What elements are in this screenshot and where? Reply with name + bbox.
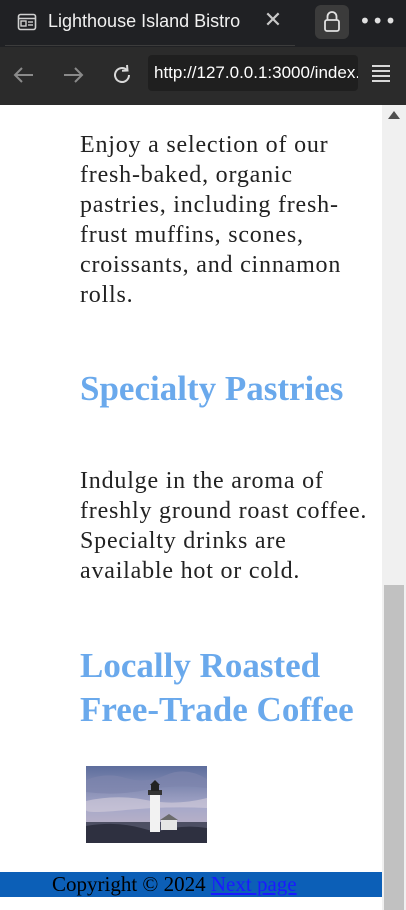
heading-coffee: Locally Roasted Free-Trade Coffee — [80, 646, 354, 729]
forward-arrow-icon[interactable] — [59, 61, 87, 89]
back-arrow-icon[interactable] — [10, 61, 38, 89]
lighthouse-photo — [86, 766, 207, 843]
vertical-scrollbar[interactable] — [382, 105, 406, 910]
page-footer: Copyright © 2024 Next page — [0, 872, 382, 897]
footer-text: Copyright © 2024 Next page — [52, 872, 297, 897]
browser-tab[interactable]: Lighthouse Island Bistro ✕ — [5, 0, 295, 46]
tab-title: Lighthouse Island Bistro — [48, 11, 241, 31]
close-icon[interactable]: ✕ — [263, 10, 283, 32]
page-viewport: Enjoy a selection of our fresh-baked, or… — [0, 105, 382, 910]
copyright-text: Copyright © 2024 — [52, 872, 206, 896]
navigation-toolbar: http://127.0.0.1:3000/index.html — [0, 47, 406, 105]
reload-icon[interactable] — [108, 61, 136, 89]
tab-strip: Lighthouse Island Bistro ✕ ••• — [0, 0, 406, 47]
more-options-icon[interactable]: ••• — [359, 7, 396, 35]
lock-button[interactable] — [315, 5, 349, 39]
lock-icon — [324, 11, 340, 32]
coffee-description: Indulge in the aroma of freshly ground r… — [80, 468, 368, 584]
scrollbar-thumb[interactable] — [384, 585, 404, 910]
url-text: http://127.0.0.1:3000/index.html — [154, 63, 358, 82]
address-bar[interactable]: http://127.0.0.1:3000/index.html — [148, 55, 358, 91]
pastries-description: Enjoy a selection of our fresh-baked, or… — [80, 132, 342, 308]
next-page-link[interactable]: Next page — [211, 872, 297, 896]
scroll-up-arrow-icon[interactable] — [388, 111, 400, 119]
page-icon — [17, 13, 37, 31]
reader-menu-icon[interactable] — [370, 61, 392, 85]
heading-specialty-pastries: Specialty Pastries — [80, 369, 344, 408]
